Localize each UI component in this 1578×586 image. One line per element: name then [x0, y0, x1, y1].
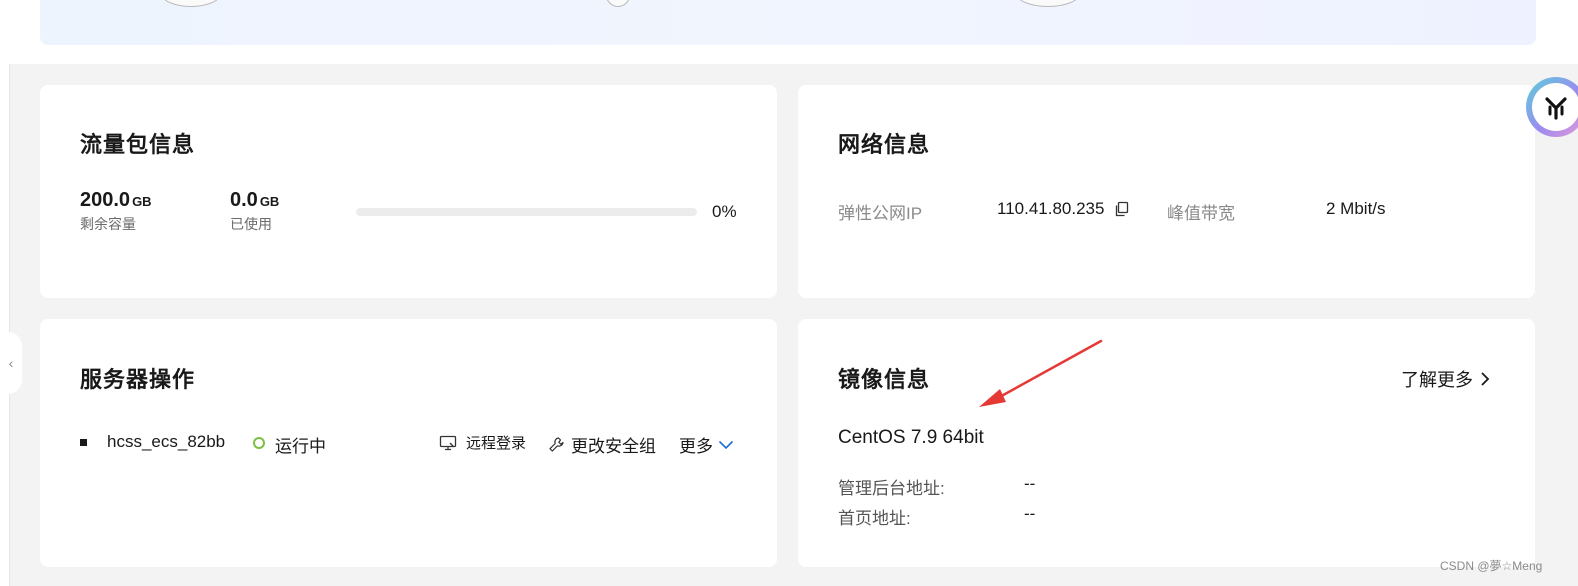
banner-illustration-1	[160, 0, 222, 7]
chevron-right-icon	[1481, 372, 1490, 386]
bandwidth-label: 峰值带宽	[1167, 204, 1235, 223]
more-label: 更多	[679, 437, 713, 456]
change-security-group-button[interactable]: 更改安全组	[548, 432, 656, 457]
used-capacity: 0.0 GB 已使用	[230, 189, 279, 234]
learn-more-label: 了解更多	[1401, 370, 1473, 390]
monitor-icon	[439, 435, 457, 450]
copy-icon[interactable]	[1114, 201, 1130, 217]
sidebar-collapse-toggle[interactable]: ‹	[0, 332, 22, 394]
server-name[interactable]: hcss_ecs_82bb	[107, 432, 225, 452]
remaining-label: 剩余容量	[80, 216, 136, 232]
more-dropdown[interactable]: 更多	[679, 432, 734, 457]
banner-illustration-2	[605, 0, 631, 7]
traffic-card-title: 流量包信息	[80, 132, 196, 157]
watermark: CSDN @夢☆Meng	[1440, 559, 1543, 573]
usage-progress-bar	[356, 208, 697, 216]
annotation-arrow-icon	[979, 339, 1103, 407]
promo-banner	[40, 0, 1536, 45]
public-ip-value: 110.41.80.235	[997, 199, 1105, 218]
admin-address-value: --	[1024, 474, 1036, 493]
banner-illustration-3	[1015, 0, 1081, 7]
os-name: CentOS 7.9 64bit	[838, 427, 984, 448]
change-security-group-label: 更改安全组	[571, 437, 656, 456]
used-unit: GB	[259, 194, 280, 209]
home-address-value: --	[1024, 504, 1036, 523]
chevron-left-icon: ‹	[8, 355, 14, 371]
list-bullet	[80, 439, 87, 446]
traffic-card: 流量包信息 200.0 GB 剩余容量 0.0 GB 已使用 0%	[40, 85, 777, 298]
network-card: 网络信息 弹性公网IP 110.41.80.235 峰值带宽 2 Mbit/s	[798, 85, 1535, 298]
remote-login-label: 远程登录	[466, 435, 527, 452]
image-info-title: 镜像信息	[838, 367, 931, 392]
remaining-capacity: 200.0 GB 剩余容量	[80, 189, 152, 234]
remaining-unit: GB	[132, 194, 152, 209]
wrench-icon	[549, 437, 564, 452]
public-ip-label: 弹性公网IP	[838, 204, 923, 223]
left-rail	[0, 0, 10, 586]
learn-more-link[interactable]: 了解更多	[1401, 366, 1491, 392]
bandwidth-value: 2 Mbit/s	[1326, 199, 1386, 218]
server-ops-title: 服务器操作	[80, 367, 196, 392]
public-ip: 110.41.80.235	[997, 199, 1130, 219]
chevron-down-icon	[718, 440, 734, 449]
status-dot-icon	[253, 437, 265, 449]
used-value: 0.0	[230, 189, 258, 211]
home-address-label: 首页地址:	[838, 509, 911, 528]
remote-login-button[interactable]: 远程登录	[439, 432, 526, 453]
floating-assistant-button[interactable]	[1526, 77, 1578, 137]
assistant-logo-icon	[1545, 97, 1567, 120]
usage-percent: 0%	[712, 202, 737, 221]
remaining-value: 200.0	[80, 189, 131, 211]
status-text: 运行中	[275, 437, 326, 456]
used-label: 已使用	[230, 216, 272, 232]
admin-address-label: 管理后台地址:	[838, 479, 945, 498]
network-card-title: 网络信息	[838, 132, 931, 157]
